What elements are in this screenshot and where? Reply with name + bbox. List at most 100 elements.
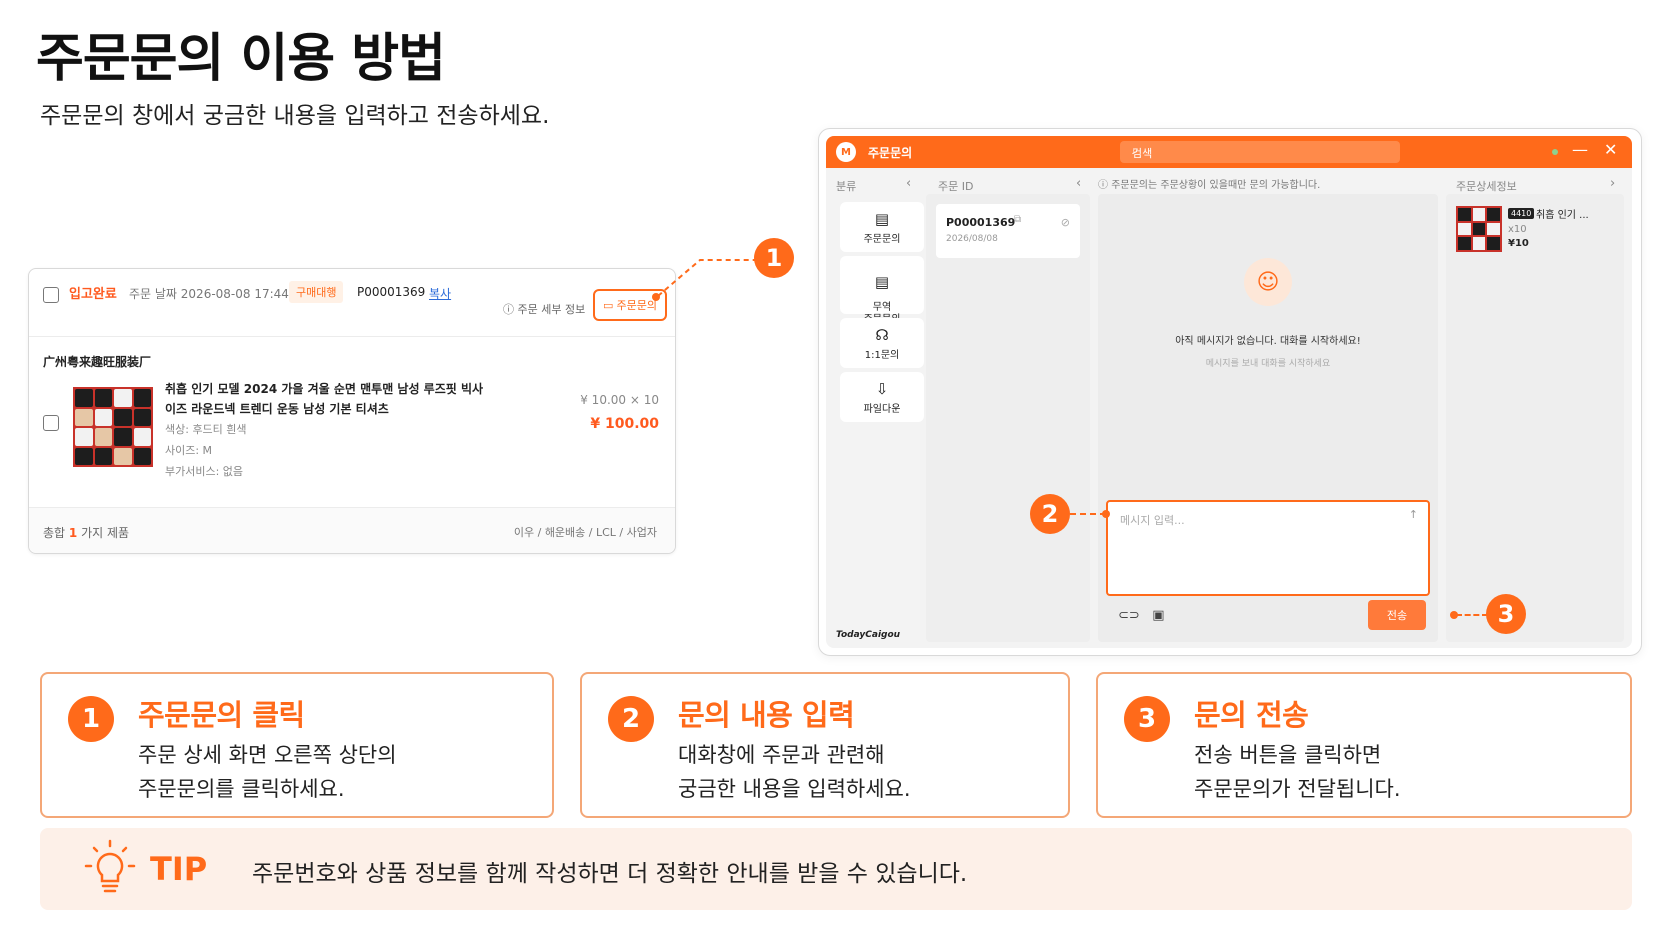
tip-banner: TIP 주문번호와 상품 정보를 함께 작성하면 더 정확한 안내를 받을 수 … — [40, 828, 1632, 910]
order-header: 입고완료 주문 날짜 2026-08-08 17:44 구매대행 P000013… — [29, 269, 675, 337]
step-description: 주문 상세 화면 오른쪽 상단의 주문문의를 클릭하세요. — [138, 738, 397, 806]
file-download-icon: ⇩ — [875, 380, 889, 398]
order-date: 주문 날짜 2026-08-08 17:44 — [129, 287, 289, 301]
option-size: 사이즈: M — [165, 444, 213, 457]
order-detail-column: 4410 취흡 인기 ... x10 ¥10 — [1446, 194, 1624, 642]
chevron-left-icon[interactable]: ‹ — [906, 176, 911, 191]
seller-name: 广州粤来趣旺服装厂 — [43, 355, 152, 369]
close-icon[interactable]: ✕ — [1604, 140, 1617, 159]
connector-line-3 — [1456, 614, 1488, 616]
footer-total-suffix: 가지 제품 — [81, 526, 130, 540]
brand-logo: TodayCaigou — [836, 630, 901, 640]
step-title: 주문문의 클릭 — [138, 698, 305, 732]
product-name: 취흡 인기 모델 2024 가을 겨울 순면 맨투맨 남성 루즈핏 빅사이즈 라… — [165, 382, 484, 416]
sidebar-item-order-inquiry[interactable]: ▤ 주문문의 — [840, 202, 924, 252]
order-list-column: P00001369 ⧉ ⊘ 2026/08/08 — [926, 194, 1090, 642]
order-detail-link[interactable]: ⓘ 주문 세부 정보 — [503, 301, 585, 317]
app-window: M 주문문의 검색 ⌕ — ✕ 분류 ‹ 주문 ID ‹ ⓘ 주문문의는 주문상… — [826, 136, 1632, 648]
send-button[interactable]: 전송 — [1368, 600, 1426, 630]
order-checkbox[interactable] — [43, 287, 59, 303]
unit-price: ¥ 10.00 × 10 — [580, 393, 659, 407]
step-card-2: 2 문의 내용 입력 대화창에 주문과 관련해 궁금한 내용을 입력하세요. — [580, 672, 1070, 818]
copy-icon[interactable]: ⧉ — [1014, 214, 1021, 225]
arrow-up-icon[interactable]: ↑ — [1409, 508, 1418, 521]
step-number: 2 — [608, 696, 654, 742]
connector-line-2 — [1070, 513, 1106, 515]
message-placeholder: 메시지 입력... — [1120, 514, 1185, 527]
chat-panel: ☺ 아직 메시지가 없습니다. 대화를 시작하세요! 메시지를 보내 대화를 시… — [1098, 194, 1438, 642]
empty-chat-title: 아직 메시지가 없습니다. 대화를 시작하세요! — [1175, 336, 1361, 347]
guide-page: 주문문의 이용 방법 주문문의 창에서 궁금한 내용을 입력하고 전송하세요. … — [0, 0, 1672, 941]
item-checkbox[interactable] — [43, 415, 59, 431]
detail-thumbnail — [1456, 206, 1502, 252]
page-title: 주문문의 이용 방법 — [36, 29, 446, 89]
document-icon: ▤ — [874, 210, 890, 228]
info-icon: ⓘ — [1098, 180, 1112, 191]
connector-line-1 — [657, 259, 756, 297]
step-description: 대화창에 주문과 관련해 궁금한 내용을 입력하세요. — [678, 738, 911, 806]
footer-total-count: 1 — [68, 526, 78, 540]
chat-notice: ⓘ 주문문의는 주문상황이 있을때만 문의 가능합니다. — [1098, 176, 1320, 191]
step-line: 대화창에 주문과 관련해 — [678, 743, 885, 767]
copy-link[interactable]: 복사 — [429, 285, 451, 302]
tip-label: TIP — [150, 850, 208, 888]
app-logo: M — [836, 142, 856, 162]
order-status: 입고완료 — [69, 287, 117, 302]
chevron-right-icon[interactable]: › — [1610, 176, 1615, 191]
window-search[interactable]: 검색 ⌕ — [1120, 141, 1400, 163]
sidebar-item-one-on-one[interactable]: ☊ 1:1문의 — [840, 318, 924, 368]
step-card-1: 1 주문문의 클릭 주문 상세 화면 오른쪽 상단의 주문문의를 클릭하세요. — [40, 672, 554, 818]
chat-notice-text: 주문문의는 주문상황이 있을때만 문의 가능합니다. — [1111, 180, 1321, 191]
detail-name: 취흡 인기 ... — [1536, 210, 1589, 221]
status-dot-icon — [1552, 149, 1558, 155]
sidebar: ▤ 주문문의 ▤ 무역 주문문의 ☊ 1:1문의 ⇩ 파일다운 — [834, 202, 924, 642]
lightbulb-icon — [84, 839, 136, 893]
step-line: 궁금한 내용을 입력하세요. — [678, 777, 911, 801]
order-inquiry-label: 주문문의 — [616, 299, 657, 312]
user-icon: ☺ — [1244, 258, 1292, 306]
empty-chat-subtitle: 메시지를 보내 대화를 시작하세요 — [1205, 359, 1331, 369]
headset-icon: ☊ — [875, 326, 889, 344]
step-card-3: 3 문의 전송 전송 버튼을 클릭하면 주문문의가 전달됩니다. — [1096, 672, 1632, 818]
col-category: 분류 — [836, 180, 857, 193]
order-list-date: 2026/08/08 — [946, 234, 998, 244]
chat-tools: ⊂⊃ ▣ — [1118, 608, 1165, 623]
marker-3: 3 — [1486, 594, 1526, 634]
col-detail: 주문상세정보 — [1456, 180, 1517, 193]
step-line: 전송 버튼을 클릭하면 — [1194, 743, 1382, 767]
step-line: 주문문의를 클릭하세요. — [138, 777, 345, 801]
chevron-left-icon[interactable]: ‹ — [1076, 176, 1081, 191]
step-number: 3 — [1124, 696, 1170, 742]
sidebar-label: 1:1문의 — [864, 350, 900, 361]
footer-shipping: 이우 / 해운배송 / LCL / 사업자 — [513, 526, 657, 539]
document-icon: ▤ — [874, 273, 890, 291]
hide-icon[interactable]: ⊘ — [1061, 216, 1070, 229]
order-card: 입고완료 주문 날짜 2026-08-08 17:44 구매대행 P000013… — [28, 268, 676, 554]
connector-dot-2 — [1102, 510, 1110, 518]
marker-2: 2 — [1030, 494, 1070, 534]
sidebar-item-trade-inquiry[interactable]: ▤ 무역 주문문의 — [840, 256, 924, 325]
step-description: 전송 버튼을 클릭하면 주문문의가 전달됩니다. — [1194, 738, 1401, 806]
order-footer: 총합 1 가지 제품 이우 / 해운배송 / LCL / 사업자 — [29, 507, 675, 553]
detail-price: ¥10 — [1508, 238, 1529, 249]
sidebar-label: 주문문의 — [863, 234, 901, 245]
marker-1: 1 — [754, 238, 794, 278]
order-id: P00001369 — [357, 285, 426, 299]
page-subtitle: 주문문의 창에서 궁금한 내용을 입력하고 전송하세요. — [40, 103, 550, 129]
attach-icon[interactable]: ⊂⊃ — [1118, 608, 1140, 623]
search-icon: ⌕ — [1132, 143, 1139, 157]
col-order-id: 주문 ID — [938, 180, 974, 193]
step-line: 주문문의가 전달됩니다. — [1194, 777, 1401, 801]
product-image — [73, 387, 153, 467]
image-icon[interactable]: ▣ — [1152, 608, 1164, 623]
order-list-item[interactable]: P00001369 ⧉ ⊘ 2026/08/08 — [936, 204, 1080, 258]
window-titlebar: M 주문문의 검색 ⌕ — ✕ — [826, 136, 1632, 168]
minimize-icon[interactable]: — — [1572, 140, 1588, 159]
purchase-agent-badge: 구매대행 — [289, 281, 344, 303]
step-number: 1 — [68, 696, 114, 742]
order-detail-label: 주문 세부 정보 — [517, 303, 586, 316]
order-list-id: P00001369 — [946, 216, 1016, 229]
tip-text: 주문번호와 상품 정보를 함께 작성하면 더 정확한 안내를 받을 수 있습니다… — [252, 861, 968, 887]
sidebar-item-file-download[interactable]: ⇩ 파일다운 — [840, 372, 924, 422]
message-input[interactable]: 메시지 입력... ↑ — [1106, 500, 1430, 596]
